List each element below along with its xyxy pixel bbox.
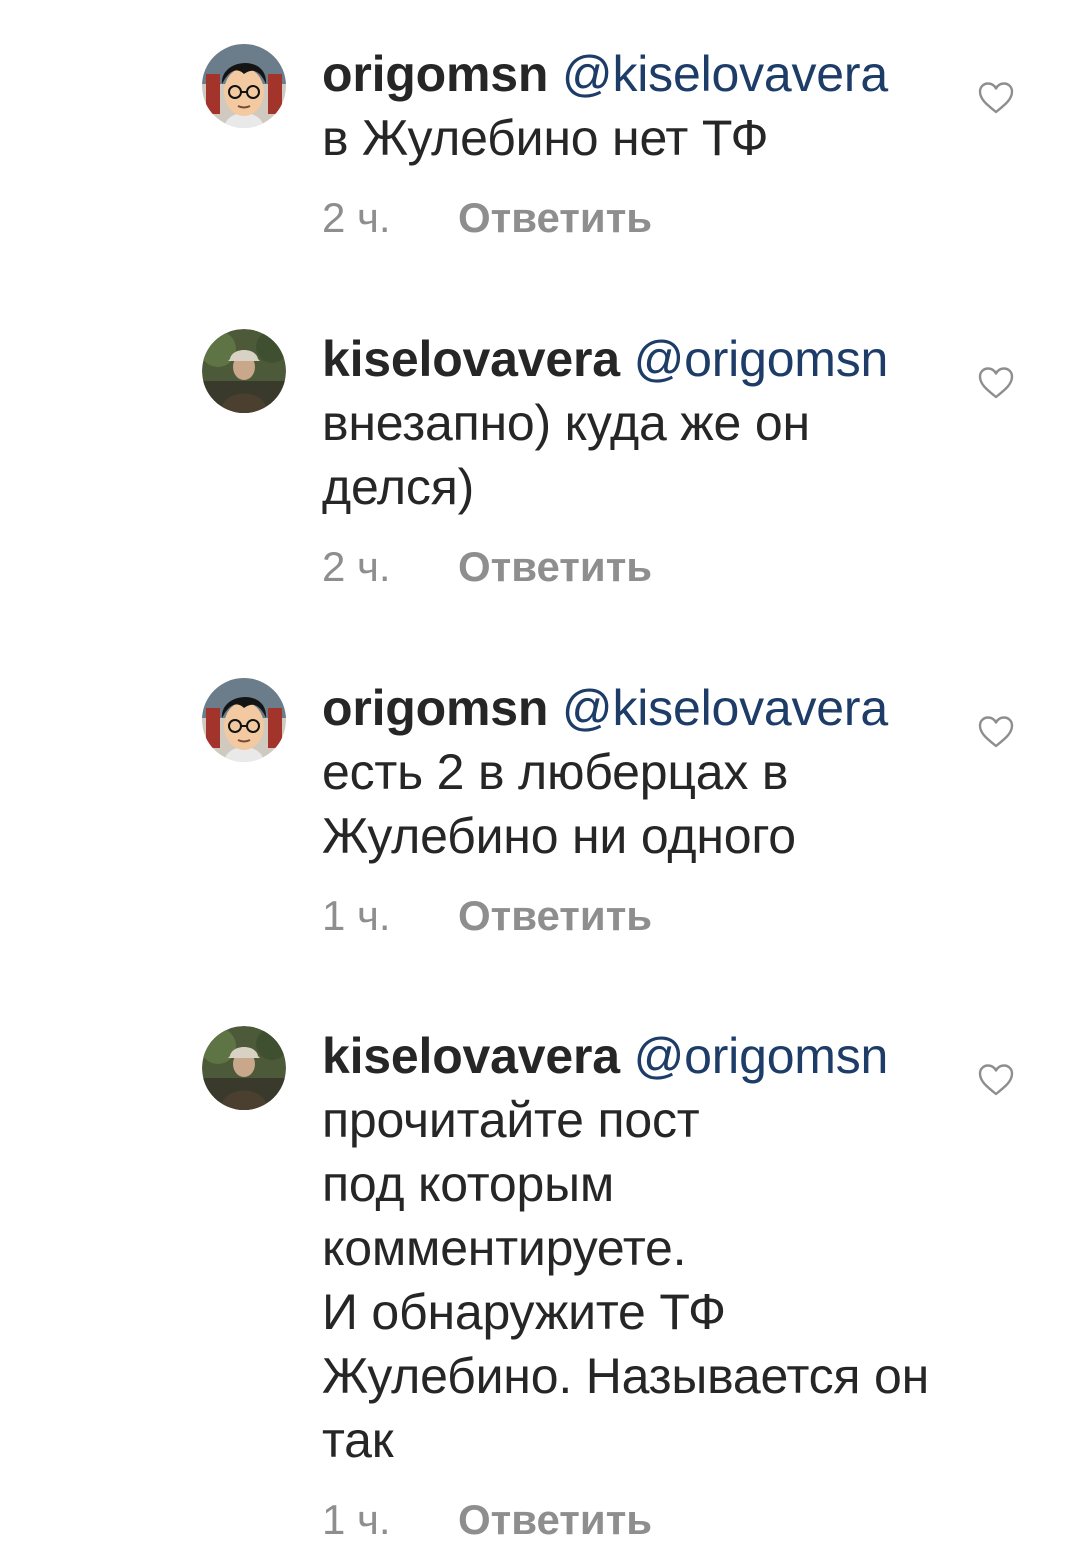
comment-meta: 1 ч. Ответить bbox=[322, 1492, 942, 1548]
comment-message: прочитайте пост под которым комментирует… bbox=[322, 1092, 929, 1468]
comment-time: 2 ч. bbox=[322, 543, 391, 590]
avatar[interactable] bbox=[202, 678, 286, 762]
avatar[interactable] bbox=[202, 1026, 286, 1110]
comment-time: 1 ч. bbox=[322, 892, 391, 939]
comment-message: есть 2 в люберцах в Жулебино ни одного bbox=[322, 744, 802, 864]
comment-body: origomsn @kiselovavera есть 2 в люберцах… bbox=[322, 676, 942, 944]
comment-text: origomsn @kiselovavera в Жулебино нет ТФ bbox=[322, 42, 942, 170]
comment-time: 1 ч. bbox=[322, 1496, 391, 1543]
comment-text: kiselovavera @origomsn прочитайте пост п… bbox=[322, 1024, 942, 1472]
reply-button[interactable]: Ответить bbox=[458, 1492, 652, 1548]
comment-meta: 2 ч. Ответить bbox=[322, 539, 942, 595]
comment-body: kiselovavera @origomsn прочитайте пост п… bbox=[322, 1024, 942, 1548]
comment-body: kiselovavera @origomsn внезапно) куда же… bbox=[322, 327, 942, 595]
like-button[interactable] bbox=[976, 363, 1016, 403]
comment-meta: 1 ч. Ответить bbox=[322, 888, 942, 944]
comment-username[interactable]: origomsn bbox=[322, 680, 548, 736]
like-button[interactable] bbox=[976, 712, 1016, 752]
comment-meta: 2 ч. Ответить bbox=[322, 190, 942, 246]
like-button[interactable] bbox=[976, 1060, 1016, 1100]
comment-time: 2 ч. bbox=[322, 194, 391, 241]
comment-thread: origomsn @kiselovavera в Жулебино нет ТФ… bbox=[0, 0, 1080, 1543]
comment-message: в Жулебино нет ТФ bbox=[322, 110, 769, 166]
comment-mention[interactable]: @origomsn bbox=[634, 331, 889, 387]
heart-outline-icon bbox=[978, 367, 1014, 399]
heart-outline-icon bbox=[978, 82, 1014, 114]
comment-mention[interactable]: @origomsn bbox=[634, 1028, 889, 1084]
reply-button[interactable]: Ответить bbox=[458, 888, 652, 944]
comment-username[interactable]: origomsn bbox=[322, 46, 548, 102]
comment-text: kiselovavera @origomsn внезапно) куда же… bbox=[322, 327, 942, 519]
comment-username[interactable]: kiselovavera bbox=[322, 1028, 620, 1084]
reply-button[interactable]: Ответить bbox=[458, 190, 652, 246]
like-button[interactable] bbox=[976, 78, 1016, 118]
avatar[interactable] bbox=[202, 44, 286, 128]
reply-button[interactable]: Ответить bbox=[458, 539, 652, 595]
photo-avatar-icon bbox=[202, 329, 286, 413]
cartoon-avatar-icon bbox=[202, 678, 286, 762]
comment-text: origomsn @kiselovavera есть 2 в люберцах… bbox=[322, 676, 942, 868]
comment-mention[interactable]: @kiselovavera bbox=[562, 680, 888, 736]
photo-avatar-icon bbox=[202, 1026, 286, 1110]
heart-outline-icon bbox=[978, 716, 1014, 748]
comment-message: внезапно) куда же он делся) bbox=[322, 395, 824, 515]
comment-mention[interactable]: @kiselovavera bbox=[562, 46, 888, 102]
comment-body: origomsn @kiselovavera в Жулебино нет ТФ… bbox=[322, 42, 942, 246]
cartoon-avatar-icon bbox=[202, 44, 286, 128]
avatar[interactable] bbox=[202, 329, 286, 413]
heart-outline-icon bbox=[978, 1064, 1014, 1096]
comment-username[interactable]: kiselovavera bbox=[322, 331, 620, 387]
